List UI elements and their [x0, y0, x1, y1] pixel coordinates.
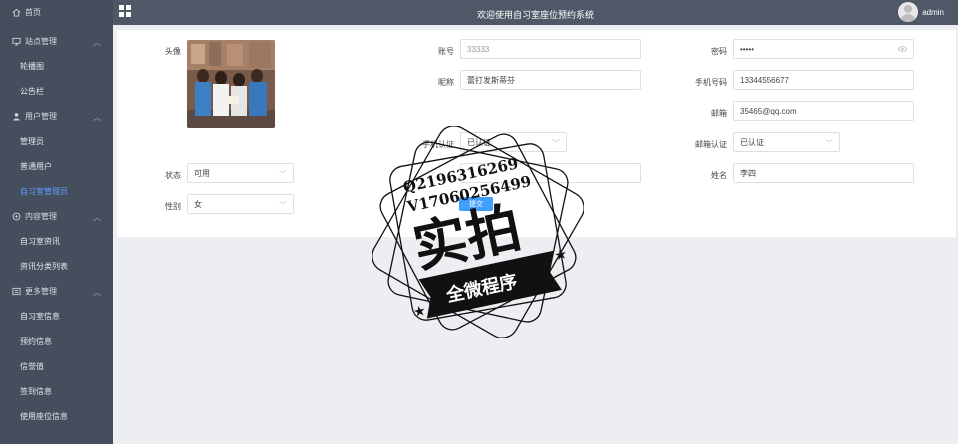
sidebar-item-label: 普通用户	[20, 162, 52, 171]
status-label: 状态	[165, 171, 181, 180]
name-value: 李四	[740, 168, 756, 178]
sidebar-item-notice[interactable]: 公告栏	[0, 79, 113, 104]
sidebar-item-normal-user[interactable]: 普通用户	[0, 154, 113, 179]
status-select[interactable]: 可用 ﹀	[187, 163, 294, 183]
sidebar-item-admin[interactable]: 管理员	[0, 129, 113, 154]
phone-value: 13344556677	[740, 75, 789, 85]
sidebar-item-label: 使用座位信息	[20, 412, 68, 421]
user-menu[interactable]: admin	[898, 2, 944, 22]
user-icon	[12, 112, 21, 121]
account-value: 33333	[467, 44, 490, 54]
chevron-up-icon: ︿	[93, 288, 101, 297]
chevron-down-icon: ﹀	[825, 139, 833, 148]
gender-select[interactable]: 女 ﹀	[187, 194, 294, 214]
sidebar-item-label: 公告栏	[20, 87, 44, 96]
password-label: 密码	[711, 47, 727, 56]
phone-input[interactable]: 13344556677	[733, 70, 914, 90]
content-icon	[12, 212, 21, 221]
sidebar-item-credit[interactable]: 信誉值	[0, 354, 113, 379]
sidebar-item-label: 管理员	[20, 137, 44, 146]
sidebar-item-label: 自习室信息	[20, 312, 60, 321]
sidebar-item-label: 资讯分类列表	[20, 262, 68, 271]
gender-label: 性别	[165, 202, 181, 211]
sidebar-item-label: 自习室资讯	[20, 237, 60, 246]
obscured-input[interactable]	[460, 163, 641, 183]
sidebar-item-room-admin[interactable]: 自习室管理员	[0, 179, 113, 204]
sidebar-item-more[interactable]: 更多管理 ︿	[0, 279, 113, 304]
email-label: 邮箱	[711, 109, 727, 118]
phone-verify-label: 手机认证	[422, 140, 454, 149]
star-icon: ★	[412, 303, 428, 321]
avatar-label: 头像	[165, 47, 181, 56]
email-value: 35465@qq.com	[740, 106, 797, 116]
gender-value: 女	[194, 199, 202, 209]
edit-form-card: 头像 账号 33333 密码 ••••• 昵称 蕾打发斯蒂芬 手机号码 1334…	[117, 30, 956, 237]
email-verify-select[interactable]: 已认证 ﹀	[733, 132, 840, 152]
sidebar-item-label: 自习室管理员	[20, 187, 68, 196]
watermark-banner	[418, 250, 562, 319]
avatar-photo[interactable]	[187, 40, 275, 128]
sidebar-item-carousel[interactable]: 轮播图	[0, 54, 113, 79]
chevron-up-icon: ︿	[93, 213, 101, 222]
sidebar-item-room-info[interactable]: 自习室信息	[0, 304, 113, 329]
status-value: 可用	[194, 168, 210, 178]
sidebar-item-label: 签到信息	[20, 387, 52, 396]
sidebar-item-label: 站点管理	[25, 37, 57, 46]
sidebar-item-label: 轮播图	[20, 62, 44, 71]
sidebar-item-label: 首页	[25, 8, 41, 17]
page-title: 欢迎使用自习室座位预约系统	[476, 10, 594, 20]
monitor-icon	[12, 37, 21, 46]
sidebar-item-room-news[interactable]: 自习室资讯	[0, 229, 113, 254]
phone-verify-value: 已认证	[467, 137, 491, 147]
account-input[interactable]: 33333	[460, 39, 641, 59]
watermark-banner-text: 全微程序	[443, 270, 519, 307]
submit-button[interactable]: 提交	[459, 197, 493, 211]
account-label: 账号	[438, 47, 454, 56]
top-header: 欢迎使用自习室座位预约系统 admin	[113, 0, 958, 25]
home-icon	[12, 8, 21, 17]
avatar-image	[187, 40, 275, 128]
nickname-label: 昵称	[438, 78, 454, 87]
name-input[interactable]: 李四	[733, 163, 914, 183]
sidebar-item-label: 更多管理	[25, 287, 57, 296]
sidebar-item-seat-usage[interactable]: 使用座位信息	[0, 404, 113, 429]
sidebar: 首页 站点管理 ︿ 轮播图 公告栏 用户管理 ︿ 管理员 普通用户 自习室管理员…	[0, 0, 113, 444]
sidebar-item-label: 信誉值	[20, 362, 44, 371]
name-label: 姓名	[711, 171, 727, 180]
star-icon: ★	[553, 246, 569, 264]
password-input[interactable]: •••••	[733, 39, 914, 59]
sidebar-item-label: 内容管理	[25, 212, 57, 221]
phone-verify-select[interactable]: 已认证 ﹀	[460, 132, 567, 152]
sidebar-item-signin[interactable]: 签到信息	[0, 379, 113, 404]
sidebar-item-home[interactable]: 首页	[0, 0, 113, 25]
sidebar-item-news-category[interactable]: 资讯分类列表	[0, 254, 113, 279]
chevron-down-icon: ﹀	[279, 170, 287, 179]
nickname-input[interactable]: 蕾打发斯蒂芬	[460, 70, 641, 90]
email-verify-value: 已认证	[740, 137, 764, 147]
sidebar-item-content[interactable]: 内容管理 ︿	[0, 204, 113, 229]
more-icon	[12, 287, 21, 296]
eye-icon[interactable]	[897, 45, 908, 55]
chevron-down-icon: ﹀	[279, 201, 287, 210]
sidebar-item-label: 预约信息	[20, 337, 52, 346]
chevron-up-icon: ︿	[93, 38, 101, 47]
sidebar-item-users[interactable]: 用户管理 ︿	[0, 104, 113, 129]
nickname-value: 蕾打发斯蒂芬	[467, 75, 515, 85]
email-input[interactable]: 35465@qq.com	[733, 101, 914, 121]
email-verify-label: 邮箱认证	[695, 140, 727, 149]
chevron-down-icon: ﹀	[552, 139, 560, 148]
sidebar-item-label: 用户管理	[25, 112, 57, 121]
phone-label: 手机号码	[695, 78, 727, 87]
sidebar-item-reservation[interactable]: 预约信息	[0, 329, 113, 354]
username: admin	[922, 7, 944, 17]
sidebar-item-site[interactable]: 站点管理 ︿	[0, 29, 113, 54]
chevron-up-icon: ︿	[93, 113, 101, 122]
password-value: •••••	[740, 44, 755, 54]
avatar	[898, 2, 919, 22]
